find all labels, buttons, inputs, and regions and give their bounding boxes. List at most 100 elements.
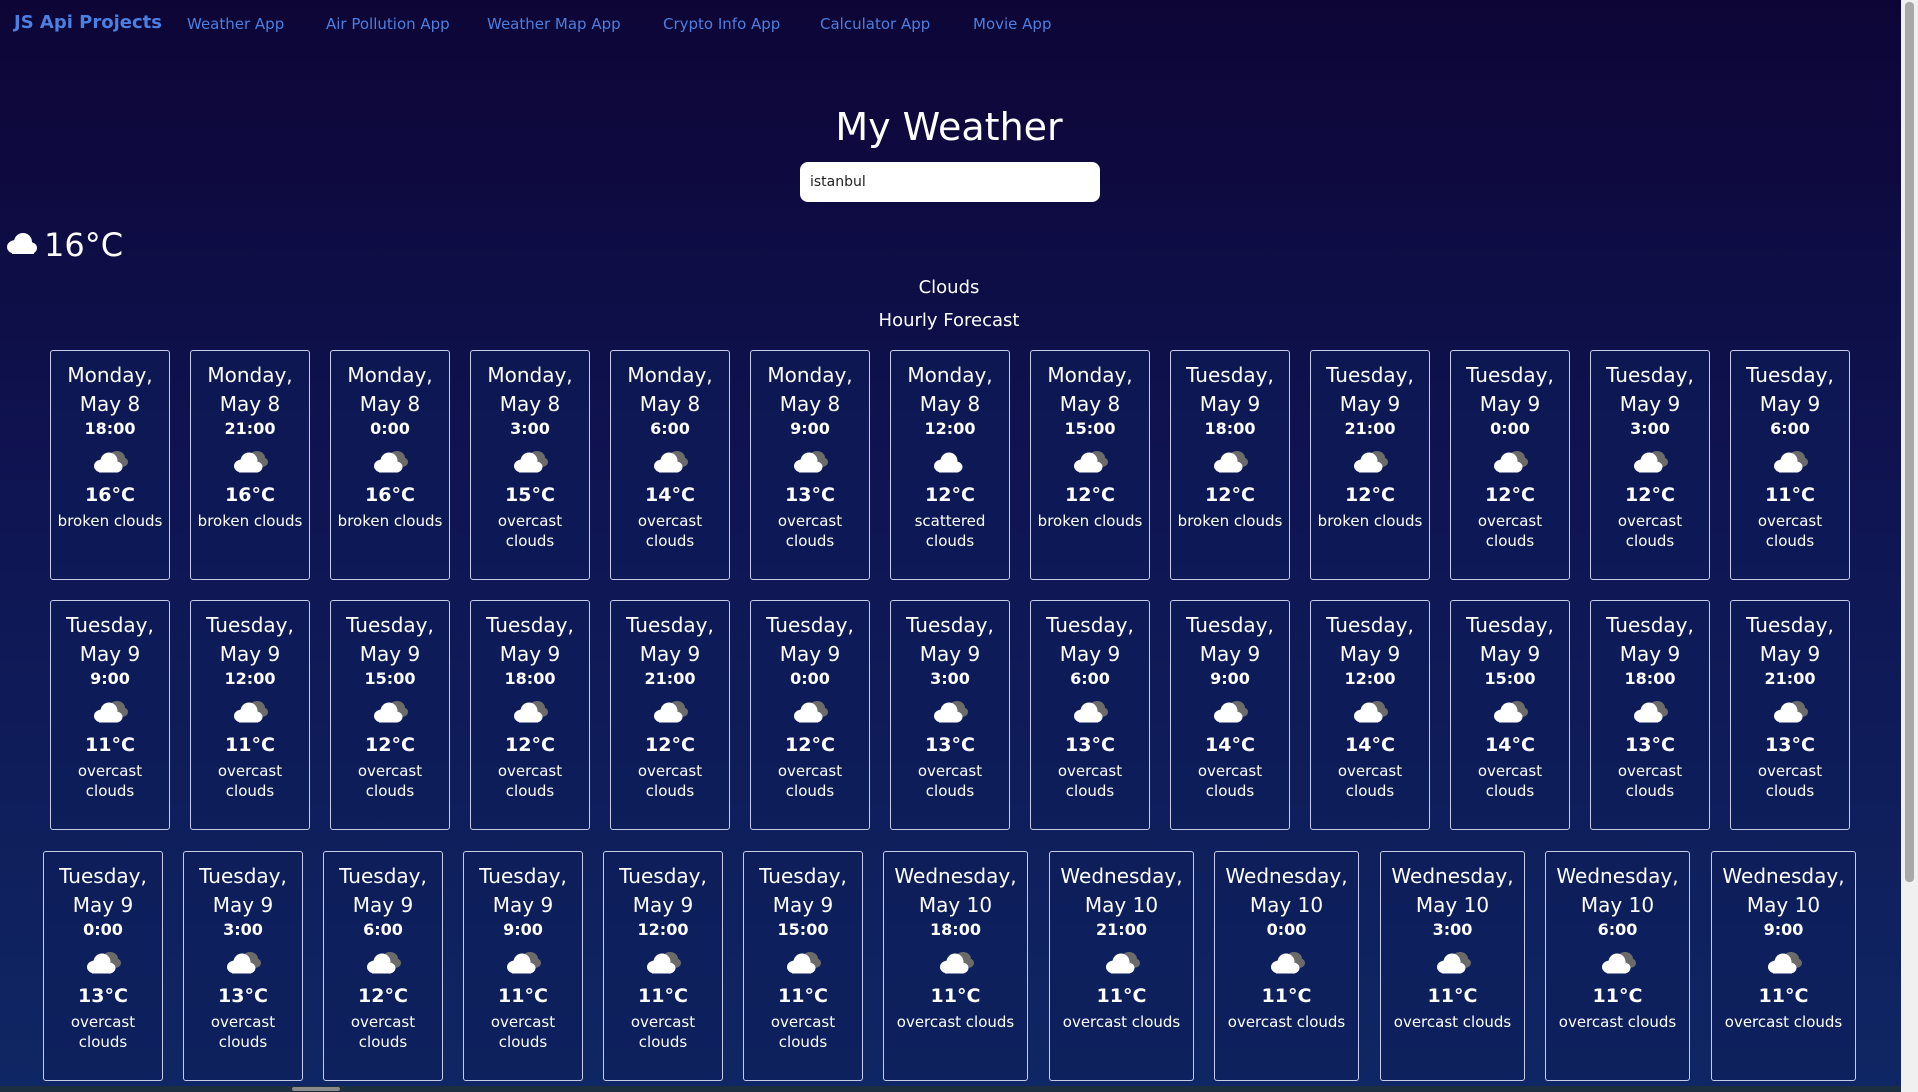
forecast-card: Wednesday, May 10 9:00 11°C overcast clouds <box>1711 851 1856 1081</box>
forecast-time: 18:00 <box>504 669 556 688</box>
scrollbar-thumb[interactable] <box>1905 2 1914 882</box>
overcast-clouds-icon <box>751 439 869 483</box>
forecast-date: Wednesday, May 10 <box>1546 862 1689 920</box>
forecast-temperature: 11°C <box>1758 985 1809 1007</box>
forecast-time: 6:00 <box>1770 419 1810 438</box>
forecast-temperature: 12°C <box>1205 484 1255 506</box>
forecast-month-day: May 8 <box>919 392 981 416</box>
forecast-card: Tuesday, May 9 9:00 14°C overcast clouds <box>1170 600 1290 830</box>
forecast-time: 21:00 <box>644 669 696 688</box>
forecast-month-day: May 9 <box>639 642 701 666</box>
forecast-date: Tuesday, May 9 <box>744 862 862 920</box>
forecast-weekday: Tuesday, <box>1746 363 1834 387</box>
city-search-input[interactable] <box>800 162 1100 202</box>
horizontal-scrollbar[interactable] <box>0 1086 1901 1092</box>
forecast-card: Wednesday, May 10 18:00 11°C overcast cloud… <box>883 851 1028 1081</box>
forecast-date: Tuesday, May 9 <box>611 611 729 669</box>
forecast-temperature: 12°C <box>358 985 408 1007</box>
forecast-temperature: 12°C <box>365 734 415 756</box>
forecast-date: Monday, May 8 <box>751 361 869 419</box>
forecast-card: Tuesday, May 9 21:00 12°C broken clouds <box>1310 350 1430 580</box>
forecast-temperature: 13°C <box>1765 734 1815 756</box>
forecast-description: overcast clouds <box>1724 1013 1843 1031</box>
forecast-card: Tuesday, May 9 21:00 12°C overcast clouds <box>610 600 730 830</box>
overcast-clouds-icon <box>611 439 729 483</box>
forecast-time: 12:00 <box>1344 669 1396 688</box>
forecast-month-day: May 9 <box>772 893 834 917</box>
forecast-card: Wednesday, May 10 21:00 11°C overcast cloud… <box>1049 851 1194 1081</box>
forecast-description: broken clouds <box>57 512 163 530</box>
scattered-clouds-icon <box>891 439 1009 483</box>
overcast-clouds-icon <box>1546 940 1689 984</box>
forecast-weekday: Tuesday, <box>206 613 294 637</box>
nav-link-air-pollution[interactable]: Air Pollution App <box>326 15 450 33</box>
forecast-weekday: Wednesday, <box>1391 864 1514 888</box>
forecast-month-day: May 9 <box>1479 392 1541 416</box>
forecast-month-day: May 10 <box>1580 893 1655 917</box>
broken-clouds-icon <box>51 439 169 483</box>
overcast-clouds-icon <box>1451 439 1569 483</box>
overcast-clouds-icon <box>184 940 302 984</box>
forecast-temperature: 12°C <box>925 484 975 506</box>
forecast-date: Tuesday, May 9 <box>184 862 302 920</box>
forecast-date: Tuesday, May 9 <box>1451 361 1569 419</box>
overcast-clouds-icon <box>1171 689 1289 733</box>
forecast-card: Tuesday, May 9 3:00 12°C overcast clouds <box>1590 350 1710 580</box>
overcast-clouds-icon <box>464 940 582 984</box>
forecast-date: Tuesday, May 9 <box>891 611 1009 669</box>
overcast-clouds-icon <box>1215 940 1358 984</box>
forecast-card: Tuesday, May 9 6:00 13°C overcast clouds <box>1030 600 1150 830</box>
nav-link-movie[interactable]: Movie App <box>973 15 1051 33</box>
vertical-scrollbar[interactable] <box>1901 0 1918 1092</box>
forecast-time: 12:00 <box>924 419 976 438</box>
forecast-description: overcast clouds <box>1757 762 1823 800</box>
forecast-time: 18:00 <box>84 419 136 438</box>
forecast-description: overcast clouds <box>770 1013 836 1051</box>
cloud-icon <box>4 230 38 260</box>
forecast-description: overcast clouds <box>637 512 703 550</box>
forecast-month-day: May 9 <box>1759 392 1821 416</box>
nav-link-weather[interactable]: Weather App <box>187 15 284 33</box>
forecast-temperature: 11°C <box>1427 985 1478 1007</box>
forecast-date: Tuesday, May 9 <box>1731 611 1849 669</box>
forecast-card: Tuesday, May 9 18:00 12°C overcast clouds <box>470 600 590 830</box>
forecast-month-day: May 9 <box>1199 392 1261 416</box>
forecast-temperature: 14°C <box>1205 734 1255 756</box>
forecast-date: Tuesday, May 9 <box>1591 361 1709 419</box>
forecast-time: 12:00 <box>637 920 689 939</box>
overcast-clouds-icon <box>1050 940 1193 984</box>
hourly-forecast-title: Hourly Forecast <box>878 310 1020 331</box>
forecast-time: 6:00 <box>363 920 403 939</box>
forecast-time: 3:00 <box>510 419 550 438</box>
nav-link-calculator[interactable]: Calculator App <box>820 15 930 33</box>
forecast-date: Tuesday, May 9 <box>1311 611 1429 669</box>
forecast-date: Tuesday, May 9 <box>191 611 309 669</box>
top-nav: JS Api Projects Weather App Air Pollutio… <box>0 0 1900 48</box>
nav-link-crypto[interactable]: Crypto Info App <box>663 15 780 33</box>
forecast-month-day: May 9 <box>632 893 694 917</box>
forecast-description: overcast clouds <box>77 762 143 800</box>
forecast-description: broken clouds <box>197 512 303 530</box>
horizontal-scrollbar-thumb[interactable] <box>292 1087 340 1091</box>
overcast-clouds-icon <box>51 689 169 733</box>
brand-link[interactable]: JS Api Projects <box>14 12 162 33</box>
overcast-clouds-icon <box>1712 940 1855 984</box>
forecast-weekday: Tuesday, <box>346 613 434 637</box>
forecast-month-day: May 10 <box>1249 893 1324 917</box>
forecast-card: Tuesday, May 9 15:00 14°C overcast clouds <box>1450 600 1570 830</box>
forecast-description: overcast clouds <box>1227 1013 1346 1031</box>
forecast-date: Monday, May 8 <box>891 361 1009 419</box>
nav-link-weather-map[interactable]: Weather Map App <box>487 15 621 33</box>
overcast-clouds-icon <box>1591 689 1709 733</box>
forecast-weekday: Wednesday, <box>1556 864 1679 888</box>
forecast-description: overcast clouds <box>1558 1013 1677 1031</box>
forecast-time: 0:00 <box>370 419 410 438</box>
overcast-clouds-icon <box>471 439 589 483</box>
forecast-description: overcast clouds <box>497 762 563 800</box>
forecast-temperature: 11°C <box>638 985 688 1007</box>
forecast-temperature: 12°C <box>785 734 835 756</box>
forecast-month-day: May 8 <box>219 392 281 416</box>
forecast-date: Tuesday, May 9 <box>471 611 589 669</box>
forecast-temperature: 11°C <box>498 985 548 1007</box>
forecast-weekday: Monday, <box>207 363 293 387</box>
